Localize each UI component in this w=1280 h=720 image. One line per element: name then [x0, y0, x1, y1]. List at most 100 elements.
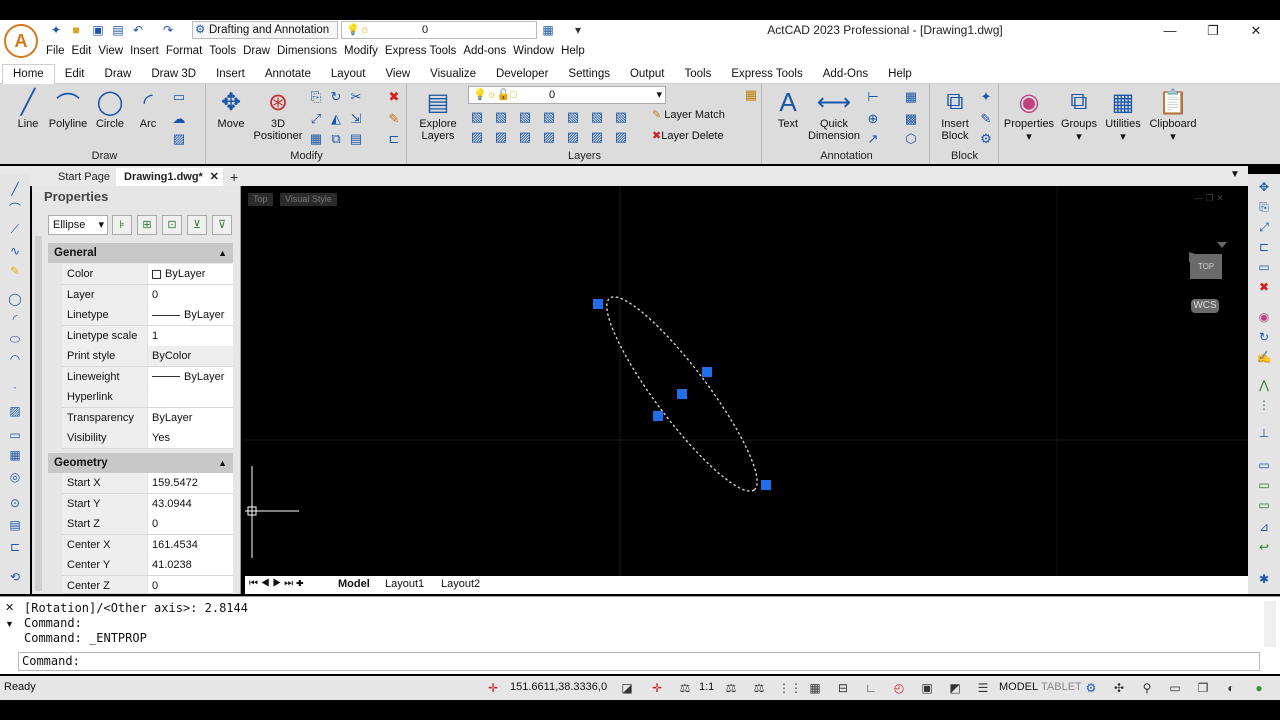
new-tab-button[interactable]: + [222, 168, 246, 186]
draw-ring-icon[interactable]: ⊙ [6, 494, 24, 512]
tab-layout1[interactable]: Layout1 [385, 578, 424, 590]
layer-tool-14-icon[interactable]: ▨ [612, 128, 630, 146]
draw-wipeout-icon[interactable]: ⟲ [6, 568, 24, 586]
move-button[interactable]: ✥ Move [209, 86, 253, 131]
filter-clear-icon[interactable]: ⊽ [212, 215, 232, 235]
layer-tool-7-icon[interactable]: ▧ [612, 108, 630, 126]
draw-xline-icon[interactable]: ⟋ [6, 220, 24, 238]
layer-tool-10-icon[interactable]: ▨ [516, 128, 534, 146]
entity-select[interactable]: Ellipse ▾ [48, 215, 108, 235]
prop-value[interactable]: ByLayer [148, 366, 233, 387]
grid-icon[interactable]: ▦ [806, 680, 824, 696]
properties-button[interactable]: ◉ Properties ▾ [1003, 86, 1055, 144]
layer-tool-1-icon[interactable]: ▧ [468, 108, 486, 126]
break-icon[interactable]: ▭ [1255, 476, 1273, 494]
orbit-icon[interactable]: ↻ [1255, 328, 1273, 346]
prop-value[interactable]: ByLayer [148, 305, 233, 325]
trim-icon[interactable]: ✂ [347, 88, 365, 106]
annotate-more-icon[interactable]: ⬡ [902, 130, 920, 148]
palette-scrollbar[interactable] [35, 236, 42, 591]
viewcube-arrow-up[interactable] [1217, 242, 1227, 248]
prop-row-visibility[interactable]: Visibility Yes [62, 428, 233, 449]
save-as-icon[interactable]: ▤ [110, 22, 126, 38]
explode-icon[interactable]: ✱ [1255, 570, 1273, 588]
close-icon[interactable]: ✕ [5, 601, 14, 614]
redo-icon[interactable]: ↷ [160, 22, 176, 38]
restore-button[interactable]: ❐ [1193, 22, 1233, 40]
offset-icon[interactable]: ⧉ [327, 130, 345, 148]
mirror-icon[interactable]: ▭ [1255, 258, 1273, 276]
prop-row-start-x[interactable]: Start X 159.5472 [62, 473, 233, 494]
tab-layout[interactable]: Layout [321, 62, 376, 84]
cloud-icon[interactable]: ☁ [170, 110, 188, 128]
viewport-window-controls[interactable]: — ❐ ✕ [1194, 193, 1224, 204]
prop-value[interactable]: 1 [148, 325, 233, 346]
layout-nav-first-icon[interactable]: ⏮ ◀ ▶ ⏭ ✚ [249, 578, 304, 589]
menu-view[interactable]: View [98, 42, 130, 62]
tab-settings[interactable]: Settings [558, 62, 620, 84]
explode-icon[interactable]: ▤ [347, 130, 365, 148]
draw-hatch-icon[interactable]: ▨ [6, 402, 24, 420]
filter-icon[interactable]: ⊻ [187, 215, 207, 235]
prop-value[interactable]: ByLayer [148, 264, 233, 284]
tab-view[interactable]: View [375, 62, 420, 84]
viewcube[interactable]: TOP [1190, 254, 1222, 279]
array-icon[interactable]: ⋀ [1255, 376, 1273, 394]
draw-donut-icon[interactable]: ◎ [6, 468, 24, 486]
draw-revcloud-icon[interactable]: ⊏ [6, 538, 24, 556]
draw-rectangle-icon[interactable]: ▭ [6, 426, 24, 444]
insert-block-button[interactable]: ⧉ Insert Block [933, 86, 977, 142]
line-button[interactable]: ╱ Line [6, 86, 50, 131]
menu-edit[interactable]: Edit [72, 42, 99, 62]
table-icon[interactable]: ▦ [902, 88, 920, 106]
geometry-section-header[interactable]: Geometry ▲ [48, 453, 233, 473]
erase-icon[interactable]: ✖ [385, 88, 403, 106]
explore-layers-button[interactable]: ▤ Explore Layers [414, 86, 462, 143]
text-button[interactable]: A Text [766, 86, 810, 131]
annotation-scale-icon[interactable]: ⚖ [676, 680, 694, 696]
ortho-icon[interactable]: ◪ [618, 680, 636, 696]
draw-line-icon[interactable]: ╱ [6, 180, 24, 198]
3d-positioner-button[interactable]: ⊛ 3D Positioner [253, 86, 303, 143]
layer-tool-13-icon[interactable]: ▨ [588, 128, 606, 146]
layer-combo[interactable]: 💡☼🔓□ 0 ▾ [468, 86, 666, 104]
command-scrollbar[interactable] [1264, 601, 1276, 647]
menu-dimensions[interactable]: Dimensions [277, 42, 344, 62]
draw-circle-icon[interactable]: ◯ [6, 290, 24, 308]
annotation-panel-title[interactable]: Annotation [764, 150, 929, 162]
copy-icon[interactable]: ⎘ [307, 88, 325, 106]
tab-add-ons[interactable]: Add-Ons [813, 62, 878, 84]
general-section-header[interactable]: General ▲ [48, 243, 233, 263]
chevron-down-icon[interactable]: ▼ [5, 619, 14, 629]
prop-row-linetype-scale[interactable]: Linetype scale 1 [62, 325, 233, 346]
tab-drawing1[interactable]: Drawing1.dwg* ✕ [116, 168, 223, 186]
snap-grid-icon[interactable]: ⋮⋮ [778, 680, 802, 696]
status-scale[interactable]: 1:1 [699, 681, 714, 693]
clean-screen-icon[interactable]: ❐ [1194, 680, 1212, 696]
layer-delete-button[interactable]: ✖Layer Delete [652, 129, 724, 142]
scale-icon[interactable]: ⤢ [307, 110, 325, 128]
layer-tool-4-icon[interactable]: ▧ [540, 108, 558, 126]
grip-center[interactable] [677, 389, 687, 399]
layer-match-button[interactable]: ✎ Layer Match [652, 108, 725, 121]
layer-tool-8-icon[interactable]: ▨ [468, 128, 486, 146]
menu-draw[interactable]: Draw [243, 42, 277, 62]
block-panel-title[interactable]: Block [931, 150, 998, 162]
workspace-switch-icon[interactable]: ✣ [1110, 680, 1128, 696]
draw-ellipse-icon[interactable]: ⬭ [6, 330, 24, 348]
layer-tool-5-icon[interactable]: ▧ [564, 108, 582, 126]
quick-layer-combo[interactable]: 💡☼ 0 [341, 21, 537, 39]
fillet-icon[interactable]: ↩ [1255, 538, 1273, 556]
wcs-menu[interactable]: WCS [1191, 299, 1219, 313]
draw-pen-icon[interactable]: ✎ [6, 262, 24, 280]
groups-button[interactable]: ⧉ Groups ▾ [1056, 86, 1102, 143]
prop-value[interactable]: 161.4534 [148, 534, 233, 555]
join-icon[interactable]: ▭ [1255, 496, 1273, 514]
prop-row-transparency[interactable]: Transparency ByLayer [62, 407, 233, 428]
tab-layout2[interactable]: Layout2 [441, 578, 480, 590]
menu-file[interactable]: File [46, 42, 72, 62]
close-button[interactable]: ✕ [1236, 22, 1276, 40]
prop-row-start-z[interactable]: Start Z0 [62, 514, 233, 535]
lock-icon[interactable]: ⚲ [1138, 680, 1156, 696]
prop-row-center-x[interactable]: Center X 161.4534 [62, 534, 233, 555]
